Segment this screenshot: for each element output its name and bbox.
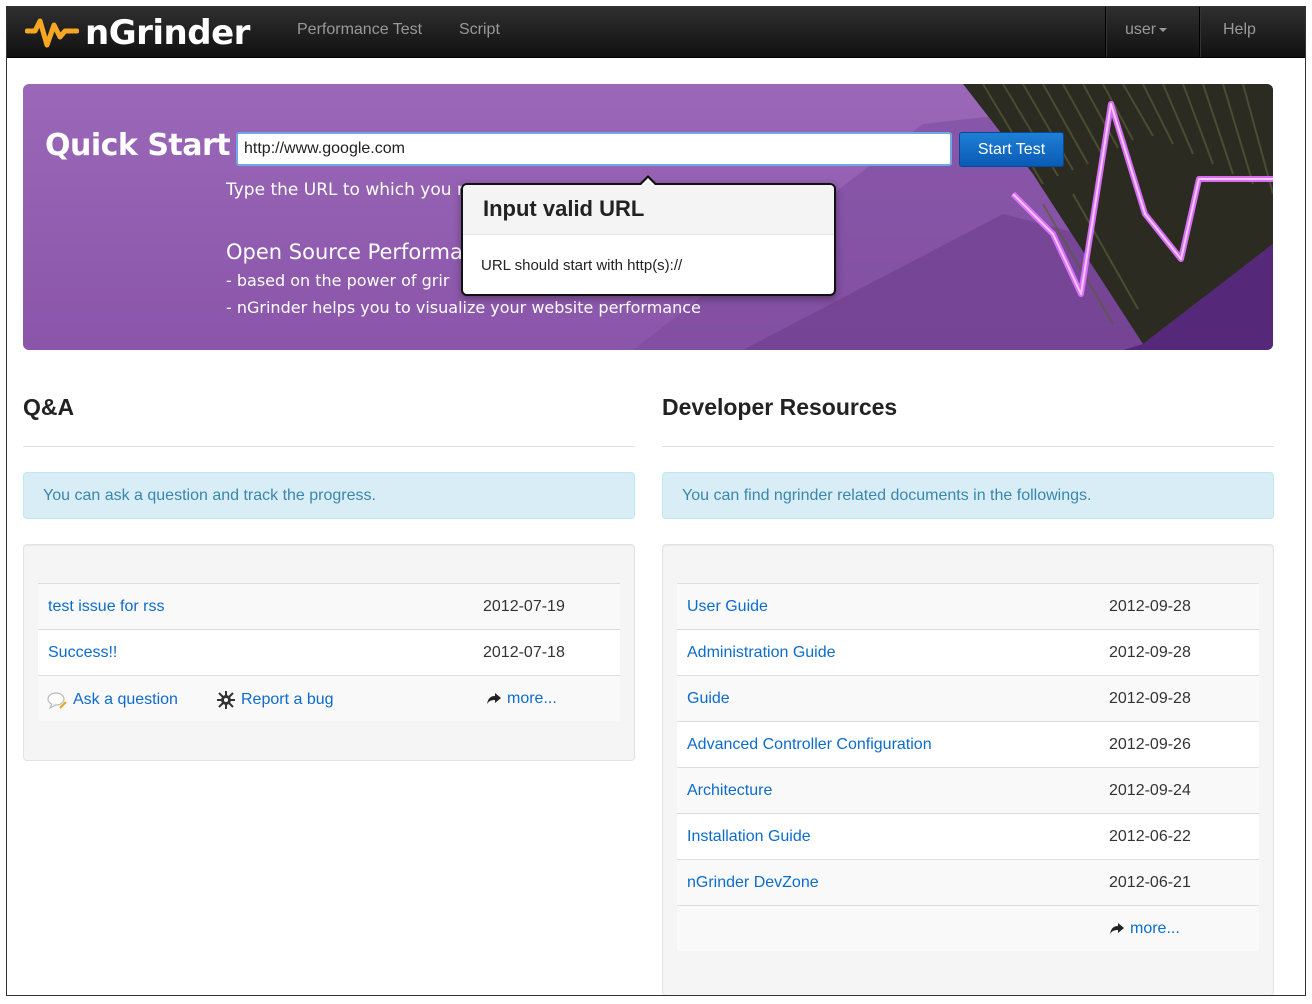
table-row: Advanced Controller Configuration 2012-0… [677, 721, 1259, 767]
dev-more-label: more... [1130, 920, 1180, 937]
caret-down-icon [1159, 27, 1168, 32]
table-row: User Guide 2012-09-28 [677, 583, 1259, 629]
popover-body: URL should start with http(s):// [481, 257, 683, 274]
qa-actions-row: Ask a question Report a bug more... [38, 675, 620, 721]
report-bug-label: Report a bug [241, 691, 334, 708]
validation-popover: Input valid URL URL should start with ht… [461, 183, 836, 296]
app-window: nGrinder Performance Test Script user He… [6, 6, 1306, 996]
dev-more-link[interactable]: more... [1109, 920, 1180, 938]
nav-performance-test[interactable]: Performance Test [297, 21, 422, 39]
doc-link[interactable]: Guide [687, 690, 730, 708]
doc-date: 2012-06-21 [1109, 874, 1191, 891]
qa-item-date: 2012-07-18 [483, 644, 565, 661]
hero-heading: Open Source Performar [226, 240, 472, 264]
dev-resources-title: Developer Resources [662, 394, 898, 420]
doc-link[interactable]: Administration Guide [687, 644, 836, 662]
start-test-button[interactable]: Start Test [959, 132, 1064, 167]
qa-item-link[interactable]: test issue for rss [48, 598, 164, 616]
speech-bubble-icon [47, 692, 67, 710]
qa-item-date: 2012-07-19 [483, 598, 565, 615]
hero-bullet: - based on the power of grir [226, 271, 450, 290]
doc-link[interactable]: Architecture [687, 782, 772, 800]
brand-logo[interactable]: nGrinder [25, 15, 250, 51]
hero-bullet: - nGrinder helps you to visualize your w… [226, 298, 701, 317]
share-arrow-icon [487, 693, 501, 704]
doc-date: 2012-09-28 [1109, 644, 1191, 661]
qa-more-link[interactable]: more... [486, 690, 557, 708]
qa-panel: test issue for rss 2012-07-19 Success!! … [23, 544, 635, 761]
dev-panel: User Guide 2012-09-28 Administration Gui… [662, 544, 1274, 995]
dev-more-row: more... [677, 905, 1259, 951]
table-row: test issue for rss 2012-07-19 [38, 583, 620, 629]
ask-question-label: Ask a question [73, 691, 178, 708]
table-row: Guide 2012-09-28 [677, 675, 1259, 721]
table-row: Installation Guide 2012-06-22 [677, 813, 1259, 859]
doc-link[interactable]: Advanced Controller Configuration [687, 736, 932, 754]
popover-arrow-inner [641, 178, 655, 185]
doc-link[interactable]: nGrinder DevZone [687, 874, 819, 892]
table-row: Success!! 2012-07-18 [38, 629, 620, 675]
doc-date: 2012-09-28 [1109, 690, 1191, 707]
dev-info-alert: You can find ngrinder related documents … [662, 472, 1274, 519]
nav-divider [1199, 7, 1200, 57]
ask-question-link[interactable]: Ask a question [46, 690, 178, 710]
brand-name: nGrinder [85, 13, 250, 53]
user-menu[interactable]: user [1125, 21, 1168, 39]
share-arrow-icon [1110, 923, 1124, 934]
qa-info-alert: You can ask a question and track the pro… [23, 472, 635, 519]
nav-divider [1105, 7, 1106, 57]
doc-link[interactable]: Installation Guide [687, 828, 811, 846]
doc-date: 2012-09-26 [1109, 736, 1191, 753]
table-row: nGrinder DevZone 2012-06-21 [677, 859, 1259, 905]
qa-more-label: more... [507, 690, 557, 707]
dev-divider [662, 446, 1274, 447]
doc-date: 2012-09-28 [1109, 598, 1191, 615]
doc-date: 2012-06-22 [1109, 828, 1191, 845]
nav-script[interactable]: Script [459, 21, 500, 39]
popover-title: Input valid URL [463, 185, 834, 235]
doc-link[interactable]: User Guide [687, 598, 768, 616]
url-input[interactable] [236, 132, 952, 166]
report-bug-link[interactable]: Report a bug [216, 690, 334, 710]
quick-start-title: Quick Start [45, 128, 231, 163]
qa-title: Q&A [23, 394, 75, 420]
qa-item-link[interactable]: Success!! [48, 644, 117, 662]
nav-help[interactable]: Help [1223, 21, 1256, 39]
doc-date: 2012-09-24 [1109, 782, 1191, 799]
top-navbar: nGrinder Performance Test Script user He… [7, 7, 1305, 58]
user-menu-label: user [1125, 21, 1157, 38]
pulse-logo-icon [25, 18, 79, 48]
table-row: Architecture 2012-09-24 [677, 767, 1259, 813]
url-hint: Type the URL to which you r [226, 180, 464, 200]
bug-icon [217, 691, 235, 709]
table-row: Administration Guide 2012-09-28 [677, 629, 1259, 675]
qa-divider [23, 446, 635, 447]
